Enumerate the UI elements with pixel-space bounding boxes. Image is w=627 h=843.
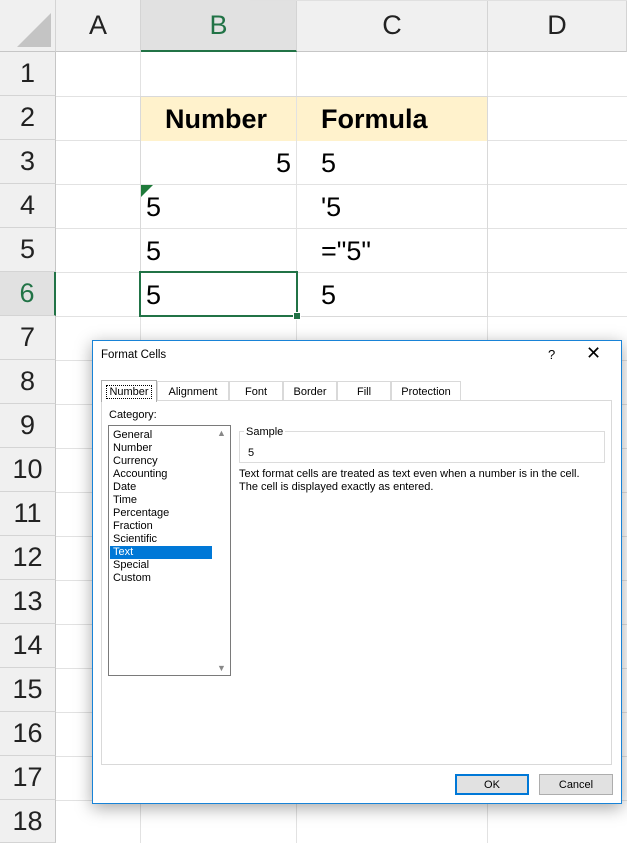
row-header-5[interactable]: 5 [0, 228, 56, 272]
row-header-13[interactable]: 13 [0, 580, 56, 624]
column-header-a[interactable]: A [56, 0, 141, 52]
select-all-corner[interactable] [0, 0, 56, 52]
sample-label: Sample [244, 426, 286, 438]
category-description: Text format cells are treated as text ev… [239, 468, 609, 494]
category-special[interactable]: Special [110, 559, 212, 572]
category-time[interactable]: Time [110, 494, 212, 507]
close-icon[interactable]: ✕ [586, 344, 601, 362]
row-header-11[interactable]: 11 [0, 492, 56, 536]
row-header-17[interactable]: 17 [0, 756, 56, 800]
category-number[interactable]: Number [110, 442, 212, 455]
category-fraction[interactable]: Fraction [110, 520, 212, 533]
row-header-16[interactable]: 16 [0, 712, 56, 756]
scroll-down-icon[interactable]: ▼ [217, 663, 226, 673]
category-listbox[interactable]: General Number Currency Accounting Date … [108, 425, 231, 676]
tab-alignment[interactable]: Alignment [157, 381, 229, 401]
category-label: Category: [109, 409, 157, 421]
tab-number[interactable]: Number [101, 380, 157, 402]
fill-handle[interactable] [293, 312, 301, 320]
active-cell-selection [139, 271, 298, 317]
format-cells-dialog: Format Cells ? ✕ Number Alignment Font B… [92, 340, 622, 804]
row-header-2[interactable]: 2 [0, 96, 56, 140]
row-header-12[interactable]: 12 [0, 536, 56, 580]
ok-button[interactable]: OK [455, 774, 529, 795]
row-header-10[interactable]: 10 [0, 448, 56, 492]
category-general[interactable]: General [110, 429, 212, 442]
row-header-15[interactable]: 15 [0, 668, 56, 712]
tab-fill[interactable]: Fill [337, 381, 391, 401]
tab-protection[interactable]: Protection [391, 381, 461, 401]
category-percentage[interactable]: Percentage [110, 507, 212, 520]
category-scientific[interactable]: Scientific [110, 533, 212, 546]
sample-value: 5 [248, 447, 255, 459]
row-header-3[interactable]: 3 [0, 140, 56, 184]
row-header-9[interactable]: 9 [0, 404, 56, 448]
column-header-d[interactable]: D [488, 0, 627, 52]
row-header-8[interactable]: 8 [0, 360, 56, 404]
category-custom[interactable]: Custom [110, 572, 212, 585]
category-currency[interactable]: Currency [110, 455, 212, 468]
row-header-6[interactable]: 6 [0, 272, 56, 316]
row-header-7[interactable]: 7 [0, 316, 56, 360]
dialog-title: Format Cells [101, 349, 167, 361]
column-header-b[interactable]: B [141, 0, 297, 52]
description-line-2: The cell is displayed exactly as entered… [239, 481, 434, 493]
tab-border[interactable]: Border [283, 381, 337, 401]
category-text[interactable]: Text [110, 546, 212, 559]
scroll-up-icon[interactable]: ▲ [217, 428, 226, 438]
row-header-4[interactable]: 4 [0, 184, 56, 228]
row-header-1[interactable]: 1 [0, 52, 56, 96]
category-accounting[interactable]: Accounting [110, 468, 212, 481]
tab-font[interactable]: Font [229, 381, 283, 401]
category-date[interactable]: Date [110, 481, 212, 494]
select-all-triangle-icon [17, 13, 51, 47]
row-header-14[interactable]: 14 [0, 624, 56, 668]
description-line-1: Text format cells are treated as text ev… [239, 468, 580, 480]
sample-group [239, 431, 605, 463]
cancel-button[interactable]: Cancel [539, 774, 613, 795]
row-header-18[interactable]: 18 [0, 800, 56, 843]
number-stored-as-text-indicator-icon[interactable] [141, 185, 153, 197]
category-scrollbar[interactable]: ▲ ▼ [213, 426, 230, 675]
column-header-c[interactable]: C [297, 0, 488, 52]
help-button[interactable]: ? [548, 347, 555, 362]
